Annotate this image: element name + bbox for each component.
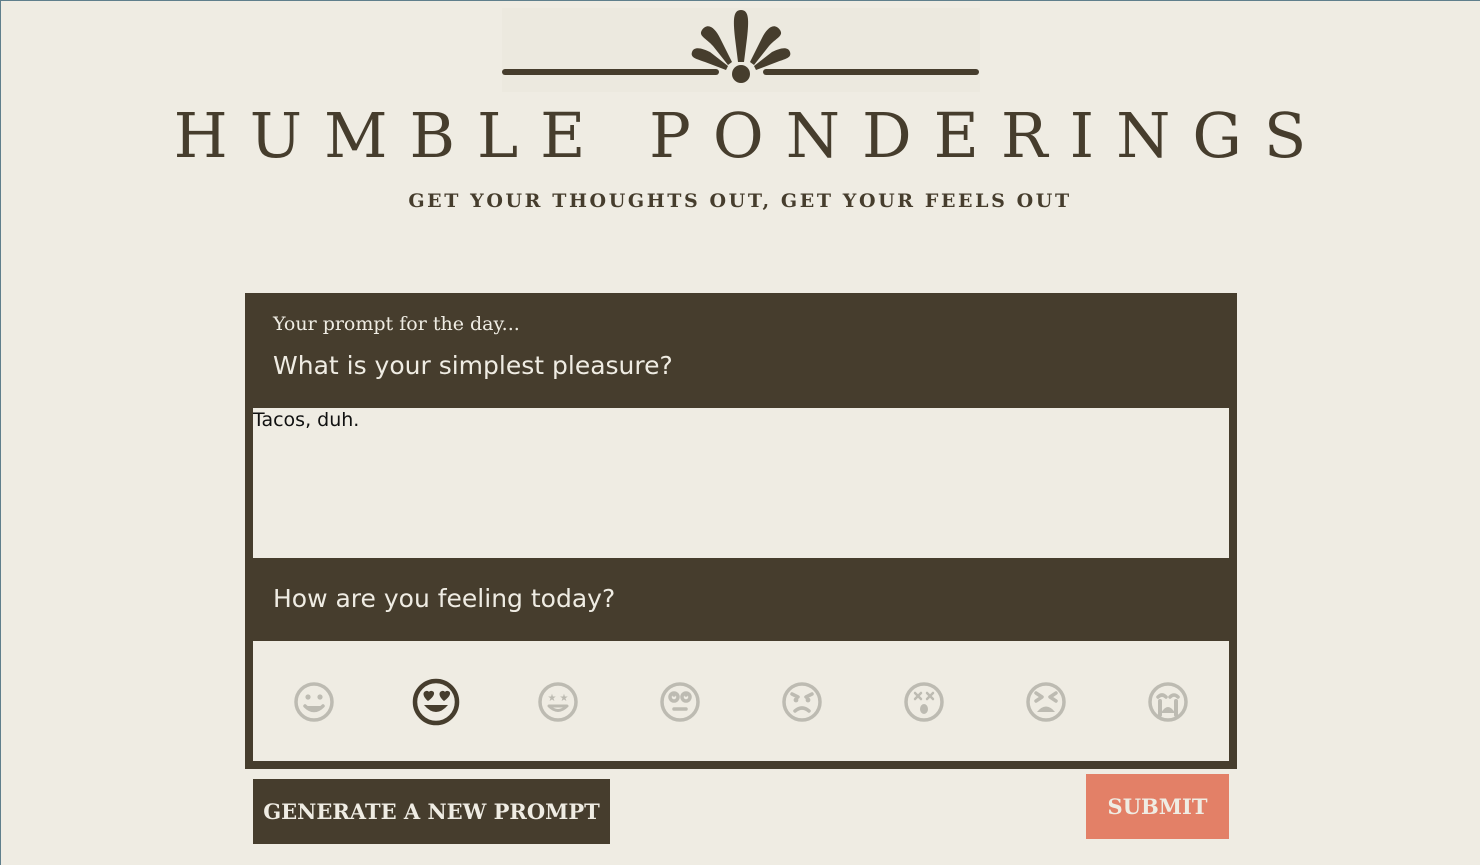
generate-prompt-button[interactable]: GENERATE A NEW PROMPT: [253, 779, 610, 844]
sunburst-logo-icon: [502, 8, 980, 92]
heart-eyes-face-icon[interactable]: [411, 677, 461, 727]
site-title: HUMBLE PONDERINGS: [173, 99, 1329, 172]
tagline: GET YOUR THOUGHTS OUT, GET YOUR FEELS OU…: [408, 190, 1072, 212]
feeling-question: How are you feeling today?: [273, 584, 616, 613]
dizzy-face-icon[interactable]: [899, 677, 949, 727]
answer-textarea[interactable]: Tacos, duh.: [253, 408, 1229, 558]
svg-text:★: ★: [548, 693, 557, 704]
grinning-face-icon[interactable]: [289, 677, 339, 727]
tired-face-icon[interactable]: [1021, 677, 1071, 727]
prompt-caption: Your prompt for the day...: [273, 313, 520, 335]
angry-face-icon[interactable]: [777, 677, 827, 727]
prompt-question: What is your simplest pleasure?: [273, 351, 673, 380]
crying-face-icon[interactable]: [1143, 677, 1193, 727]
eye-roll-face-icon[interactable]: [655, 677, 705, 727]
mood-selector: ★ ★: [253, 641, 1229, 761]
submit-button[interactable]: SUBMIT: [1086, 774, 1229, 839]
svg-text:★: ★: [560, 693, 569, 704]
star-struck-face-icon[interactable]: ★ ★: [533, 677, 583, 727]
journal-card: Your prompt for the day... What is your …: [245, 293, 1237, 769]
